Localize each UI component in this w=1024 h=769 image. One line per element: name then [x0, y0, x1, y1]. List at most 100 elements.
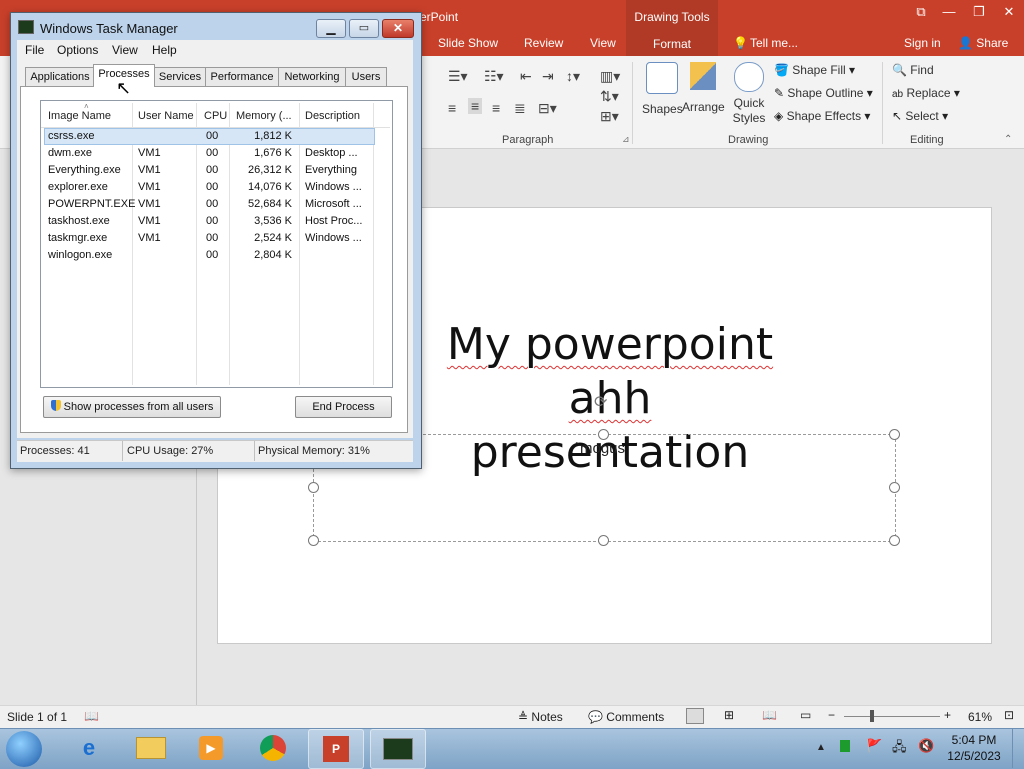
- fit-to-window-icon[interactable]: ⊡: [1004, 708, 1014, 722]
- tab-review[interactable]: Review: [524, 36, 563, 50]
- tab-services[interactable]: Services: [154, 67, 206, 86]
- line-spacing-icon[interactable]: ↕▾: [566, 68, 580, 85]
- find-button[interactable]: 🔍 Find: [892, 63, 934, 77]
- tm-maximize-icon[interactable]: ▭: [349, 19, 379, 38]
- start-button-icon[interactable]: [6, 731, 42, 767]
- show-all-processes-button[interactable]: Show processes from all users: [43, 396, 221, 418]
- slide-sorter-icon[interactable]: ⊞: [724, 708, 734, 722]
- resize-handle[interactable]: [889, 482, 900, 493]
- shapes-button[interactable]: Shapes: [642, 62, 683, 116]
- menu-file[interactable]: File: [25, 43, 44, 57]
- resize-handle[interactable]: [598, 429, 609, 440]
- tm-minimize-icon[interactable]: ▁: [316, 19, 346, 38]
- bullets-icon[interactable]: ☰▾: [448, 68, 468, 85]
- cell-user-name: VM1: [138, 147, 161, 159]
- taskbar-media[interactable]: ▶: [184, 729, 238, 767]
- resize-handle[interactable]: [889, 429, 900, 440]
- tab-slide-show[interactable]: Slide Show: [438, 36, 498, 50]
- zoom-slider[interactable]: [844, 716, 940, 717]
- action-center-icon[interactable]: 🚩: [866, 738, 882, 754]
- tell-me-input[interactable]: Tell me...: [750, 36, 798, 50]
- zoom-out-icon[interactable]: −: [828, 708, 835, 722]
- col-cpu[interactable]: CPU: [204, 110, 227, 122]
- minimize-icon[interactable]: —: [934, 4, 964, 22]
- col-description[interactable]: Description: [305, 110, 360, 122]
- shape-outline-label: Shape Outline: [787, 86, 864, 100]
- rotate-handle-icon[interactable]: ⟳: [594, 392, 612, 411]
- network-icon[interactable]: 🖧: [892, 738, 907, 760]
- decrease-indent-icon[interactable]: ⇤: [520, 68, 532, 85]
- close-icon[interactable]: ✕: [994, 4, 1024, 22]
- tm-close-icon[interactable]: ✕: [382, 19, 414, 38]
- taskbar-taskmanager[interactable]: [370, 729, 426, 769]
- resize-handle[interactable]: [308, 482, 319, 493]
- align-center-icon[interactable]: ≡: [468, 98, 483, 114]
- smartart-icon[interactable]: ⊞▾: [600, 108, 619, 125]
- arrange-icon: [690, 62, 717, 90]
- align-right-icon[interactable]: ≡: [492, 100, 500, 116]
- tab-networking[interactable]: Networking: [278, 67, 346, 86]
- zoom-slider-thumb[interactable]: [870, 710, 874, 722]
- shapes-icon: [646, 62, 679, 94]
- tab-users[interactable]: Users: [345, 67, 387, 86]
- tab-view[interactable]: View: [590, 36, 616, 50]
- numbering-icon[interactable]: ☷▾: [484, 68, 504, 85]
- column-divider: [132, 103, 133, 385]
- slideshow-icon[interactable]: ▭: [800, 708, 811, 722]
- zoom-in-icon[interactable]: +: [944, 708, 951, 722]
- quick-styles-button[interactable]: Quick Styles: [728, 62, 770, 126]
- tab-applications[interactable]: Applications: [25, 67, 95, 86]
- cell-memory: 14,076 K: [247, 181, 292, 193]
- sign-in-link[interactable]: Sign in: [904, 36, 941, 50]
- end-process-button[interactable]: End Process: [295, 396, 392, 418]
- tab-performance[interactable]: Performance: [205, 67, 279, 86]
- shape-effects-button[interactable]: ◈ Shape Effects ▾: [774, 109, 870, 123]
- shape-fill-button[interactable]: 🪣 Shape Fill ▾: [774, 63, 855, 77]
- ribbon-display-options-icon[interactable]: ⧉: [906, 4, 936, 22]
- clock[interactable]: 5:04 PM 12/5/2023: [942, 733, 1006, 763]
- tray-app-icon[interactable]: [840, 740, 850, 752]
- quick-styles-label: Quick Styles: [732, 96, 766, 125]
- collapse-ribbon-icon[interactable]: ⌃: [1004, 134, 1012, 145]
- taskbar-chrome[interactable]: [246, 729, 300, 767]
- show-hidden-icons-icon[interactable]: ▲: [816, 742, 826, 753]
- comments-button[interactable]: 💬 Comments: [588, 710, 664, 724]
- resize-handle[interactable]: [308, 535, 319, 546]
- select-button[interactable]: ↖ Select ▾: [892, 109, 948, 123]
- replace-button[interactable]: ab Replace ▾: [892, 86, 960, 100]
- align-left-icon[interactable]: ≡: [448, 100, 456, 116]
- columns-icon[interactable]: ▥▾: [600, 68, 620, 85]
- align-text-icon[interactable]: ⊟▾: [538, 100, 557, 117]
- taskbar-powerpoint[interactable]: P: [308, 729, 364, 769]
- increase-indent-icon[interactable]: ⇥: [542, 68, 554, 85]
- reading-view-icon[interactable]: 📖: [762, 708, 777, 722]
- restore-icon[interactable]: ❐: [964, 4, 994, 22]
- dialog-launcher-icon[interactable]: ⊿: [622, 134, 630, 145]
- share-button[interactable]: 👤 Share: [958, 36, 1008, 50]
- col-image-name[interactable]: Image Name: [48, 110, 111, 122]
- show-desktop-button[interactable]: [1012, 728, 1024, 768]
- notes-button[interactable]: ≜ Notes: [518, 710, 563, 724]
- volume-icon[interactable]: 🔇: [918, 738, 934, 754]
- normal-view-icon[interactable]: [686, 708, 704, 724]
- taskbar-explorer[interactable]: [124, 729, 178, 767]
- resize-handle[interactable]: [598, 535, 609, 546]
- column-divider: [299, 103, 300, 385]
- menu-options[interactable]: Options: [57, 43, 98, 57]
- paint-bucket-icon: 🪣: [774, 63, 789, 77]
- resize-handle[interactable]: [889, 535, 900, 546]
- shape-outline-button[interactable]: ✎ Shape Outline ▾: [774, 86, 873, 100]
- justify-icon[interactable]: ≣: [514, 100, 526, 117]
- processes-count: Processes: 41: [20, 445, 90, 457]
- arrange-button[interactable]: Arrange: [682, 62, 725, 114]
- tab-format[interactable]: Format: [626, 34, 718, 56]
- col-memory[interactable]: Memory (...: [236, 110, 292, 122]
- col-user-name[interactable]: User Name: [138, 110, 194, 122]
- taskbar-ie[interactable]: e: [62, 729, 116, 767]
- zoom-level[interactable]: 61%: [968, 710, 992, 724]
- menu-help[interactable]: Help: [152, 43, 177, 57]
- spelling-icon[interactable]: 📖: [84, 709, 99, 723]
- menu-view[interactable]: View: [112, 43, 138, 57]
- select-label: Select: [905, 109, 939, 123]
- text-direction-icon[interactable]: ⇅▾: [600, 88, 619, 105]
